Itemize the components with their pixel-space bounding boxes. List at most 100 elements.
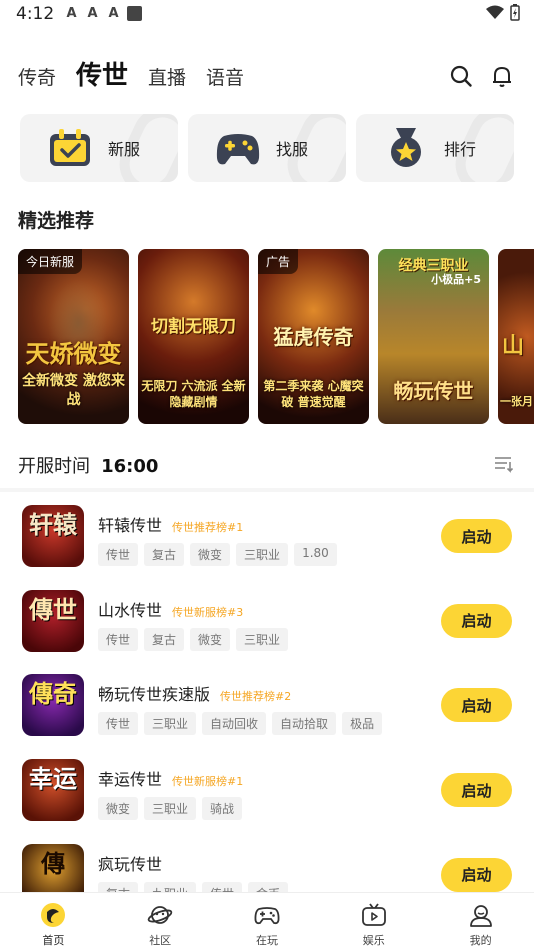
- list-item[interactable]: 傳 疯玩传世 复古 九职业 传世 金币 启动: [0, 835, 534, 892]
- list-item[interactable]: 轩辕 轩辕传世 传世推荐榜#1 传世 复古 微变 三职业 1.80 启动: [0, 496, 534, 581]
- game-name: 畅玩传世疾速版 传世推荐榜#2: [98, 685, 292, 705]
- banner-title: 天娇微变: [25, 339, 122, 368]
- game-name: 幸运传世 传世新服榜#1: [98, 770, 244, 790]
- status-time: 4:12: [16, 4, 55, 24]
- game-tag: 微变: [190, 543, 231, 566]
- gamepad-icon: [216, 134, 260, 165]
- banner-5[interactable]: 山 一张月: [498, 249, 534, 424]
- game-icon: 傳世: [22, 589, 84, 652]
- open-server-label: 开服时间: [18, 456, 90, 477]
- banner-tag: 广告: [258, 249, 299, 274]
- medal-star-icon: [391, 128, 421, 167]
- banner-subtitle: 全新微变 激您来战: [22, 373, 125, 409]
- banner-title: 山: [502, 333, 525, 359]
- find-server-label: 找服: [276, 140, 309, 159]
- game-tag: 三职业: [144, 712, 197, 736]
- game-tag: 三职业: [144, 797, 197, 821]
- nav-playing[interactable]: 在玩: [214, 893, 321, 950]
- nav-label: 首页: [42, 934, 65, 947]
- game-tag: 1.80: [294, 543, 337, 566]
- game-tag: 传世: [98, 543, 139, 566]
- nav-home[interactable]: 首页: [0, 893, 107, 950]
- game-tag: 复古: [144, 543, 185, 566]
- banner-title: 猛虎传奇: [273, 325, 354, 349]
- launch-button[interactable]: 启动: [441, 773, 512, 808]
- open-server-row: 开服时间 16:00: [18, 452, 516, 478]
- bell-icon[interactable]: [490, 64, 514, 88]
- list-item[interactable]: 幸运 幸运传世 传世新服榜#1 微变 三职业 骑战 启动: [0, 750, 534, 835]
- ranking-card[interactable]: 排行: [356, 114, 514, 182]
- game-rank: 传世推荐榜#1: [172, 521, 244, 534]
- game-tags: 微变 三职业 骑战: [98, 797, 243, 821]
- game-list: 轩辕 轩辕传世 传世推荐榜#1 传世 复古 微变 三职业 1.80 启动 傳世 山…: [0, 496, 534, 892]
- banner-subtitle: 一张月: [500, 395, 533, 409]
- game-tag: 传世: [98, 627, 139, 651]
- tv-icon: [361, 903, 386, 926]
- search-icon[interactable]: [449, 64, 473, 88]
- notification-a-icon: A: [66, 6, 77, 21]
- battery-icon: [510, 4, 520, 21]
- notification-icons: A A A: [64, 6, 142, 21]
- game-icon: 幸运: [22, 759, 84, 822]
- find-server-card[interactable]: 找服: [188, 114, 346, 182]
- game-tag: 传世: [98, 712, 139, 736]
- sort-list-icon[interactable]: [494, 455, 514, 473]
- list-item[interactable]: 傳奇 畅玩传世疾速版 传世推荐榜#2 传世 三职业 自动回收 自动拾取 极品 启动: [0, 665, 534, 750]
- nav-label: 在玩: [255, 934, 278, 947]
- banner-2[interactable]: 切割无限刀 无限刀 六流派 全新隐藏剧情: [138, 249, 249, 424]
- game-tag: 金币: [248, 881, 289, 892]
- banner-3[interactable]: 广告 猛虎传奇 第二季来袭 心魔突破 普速觉醒: [258, 249, 369, 424]
- wifi-icon: [486, 5, 504, 19]
- tab-live[interactable]: 直播: [148, 63, 186, 96]
- tab-voice[interactable]: 语音: [206, 63, 244, 96]
- profile-icon: [469, 905, 492, 927]
- banner-title: 切割无限刀: [151, 317, 236, 337]
- banner-4[interactable]: 经典三职业 小极品+5 畅玩传世: [378, 249, 489, 424]
- banner-tag: 今日新服: [18, 249, 83, 274]
- game-tag: 九职业: [144, 881, 197, 892]
- banner-subtitle: 无限刀 六流派 全新隐藏剧情: [141, 378, 246, 409]
- game-tags: 传世 复古 微变 三职业 1.80: [98, 543, 337, 566]
- game-rank: 传世推荐榜#2: [220, 690, 292, 704]
- nav-entertainment[interactable]: 娱乐: [320, 893, 427, 950]
- open-server-time: 16:00: [101, 456, 159, 477]
- quick-actions: 新服 找服 排行: [20, 114, 514, 182]
- game-tag: 复古: [98, 881, 139, 892]
- planet-icon: [147, 906, 173, 924]
- game-tag: 自动拾取: [272, 712, 337, 736]
- gamepad-icon: [254, 907, 280, 925]
- featured-title: 精选推荐: [18, 210, 95, 232]
- nav-profile[interactable]: 我的: [427, 893, 534, 950]
- launch-button[interactable]: 启动: [441, 857, 512, 892]
- status-right: [486, 4, 520, 21]
- game-tag: 微变: [190, 627, 231, 651]
- launch-button[interactable]: 启动: [441, 519, 512, 553]
- game-icon: 轩辕: [22, 505, 84, 567]
- tab-chuanqi[interactable]: 传奇: [18, 63, 56, 96]
- launch-button[interactable]: 启动: [441, 603, 512, 638]
- list-item[interactable]: 傳世 山水传世 传世新服榜#3 传世 复古 微变 三职业 启动: [0, 581, 534, 666]
- game-tag: 自动回收: [202, 712, 267, 736]
- tab-chuanshi[interactable]: 传世: [76, 55, 128, 96]
- bottom-nav: 首页 社区 在玩 娱乐 我的: [0, 892, 534, 950]
- nav-label: 娱乐: [362, 934, 385, 947]
- nav-label: 社区: [149, 934, 172, 947]
- banner-1[interactable]: 今日新服 天娇微变 全新微变 激您来战: [18, 249, 129, 424]
- game-name: 轩辕传世 传世推荐榜#1: [98, 516, 244, 535]
- notification-a-icon: A: [108, 6, 119, 21]
- new-server-card[interactable]: 新服: [20, 114, 178, 182]
- new-server-label: 新服: [108, 140, 141, 159]
- game-name: 疯玩传世: [98, 854, 163, 874]
- game-icon: 傳: [22, 843, 84, 892]
- launch-button[interactable]: 启动: [441, 688, 512, 723]
- featured-banners: 今日新服 天娇微变 全新微变 激您来战 切割无限刀 无限刀 六流派 全新隐藏剧情…: [18, 249, 534, 424]
- top-tabs: 传奇 传世 直播 语音: [18, 56, 244, 96]
- game-name: 山水传世 传世新服榜#3: [98, 600, 244, 620]
- game-tag: 三职业: [236, 627, 289, 651]
- nav-community[interactable]: 社区: [107, 893, 214, 950]
- game-rank: 传世新服榜#3: [172, 605, 244, 619]
- game-tag: 极品: [342, 712, 383, 736]
- home-logo-icon: [41, 903, 66, 927]
- game-icon: 傳奇: [22, 674, 84, 737]
- game-tag: 复古: [144, 627, 185, 651]
